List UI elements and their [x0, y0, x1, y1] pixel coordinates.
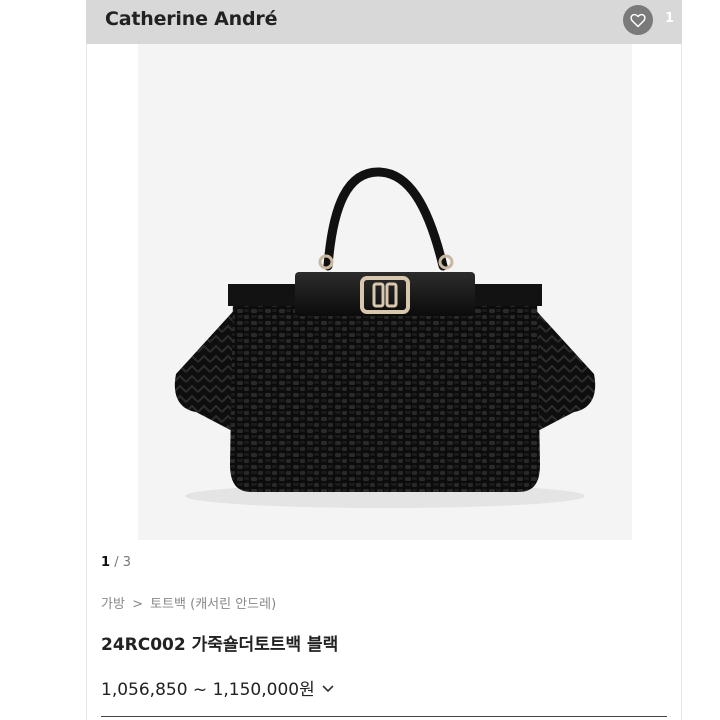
top-header: Catherine André 1: [86, 0, 682, 44]
brand-name[interactable]: Catherine André: [105, 8, 277, 30]
breadcrumb-category[interactable]: 가방: [101, 593, 125, 612]
price-text: 1,056,850 ~ 1,150,000원: [101, 680, 315, 700]
price-range[interactable]: 1,056,850 ~ 1,150,000원: [101, 675, 335, 700]
chevron-down-icon[interactable]: [321, 683, 335, 693]
breadcrumb: 가방 > 토트백 (캐서린 안드레): [101, 593, 276, 612]
breadcrumb-separator: >: [132, 597, 143, 612]
image-pager: 1 / 3: [101, 555, 131, 570]
product-image[interactable]: [138, 44, 632, 540]
like-button[interactable]: [623, 5, 653, 35]
heart-outline-icon: [630, 13, 646, 27]
breadcrumb-subcategory[interactable]: 토트백 (캐서린 안드레): [150, 593, 276, 612]
pager-current: 1: [101, 555, 111, 570]
handbag-image: [174, 167, 596, 508]
divider: [101, 716, 667, 717]
product-title: 24RC002 가죽숄더토트백 블랙: [101, 635, 339, 655]
pager-total: 3: [122, 555, 131, 570]
pager-separator: /: [114, 555, 119, 570]
like-count: 1: [665, 11, 675, 26]
